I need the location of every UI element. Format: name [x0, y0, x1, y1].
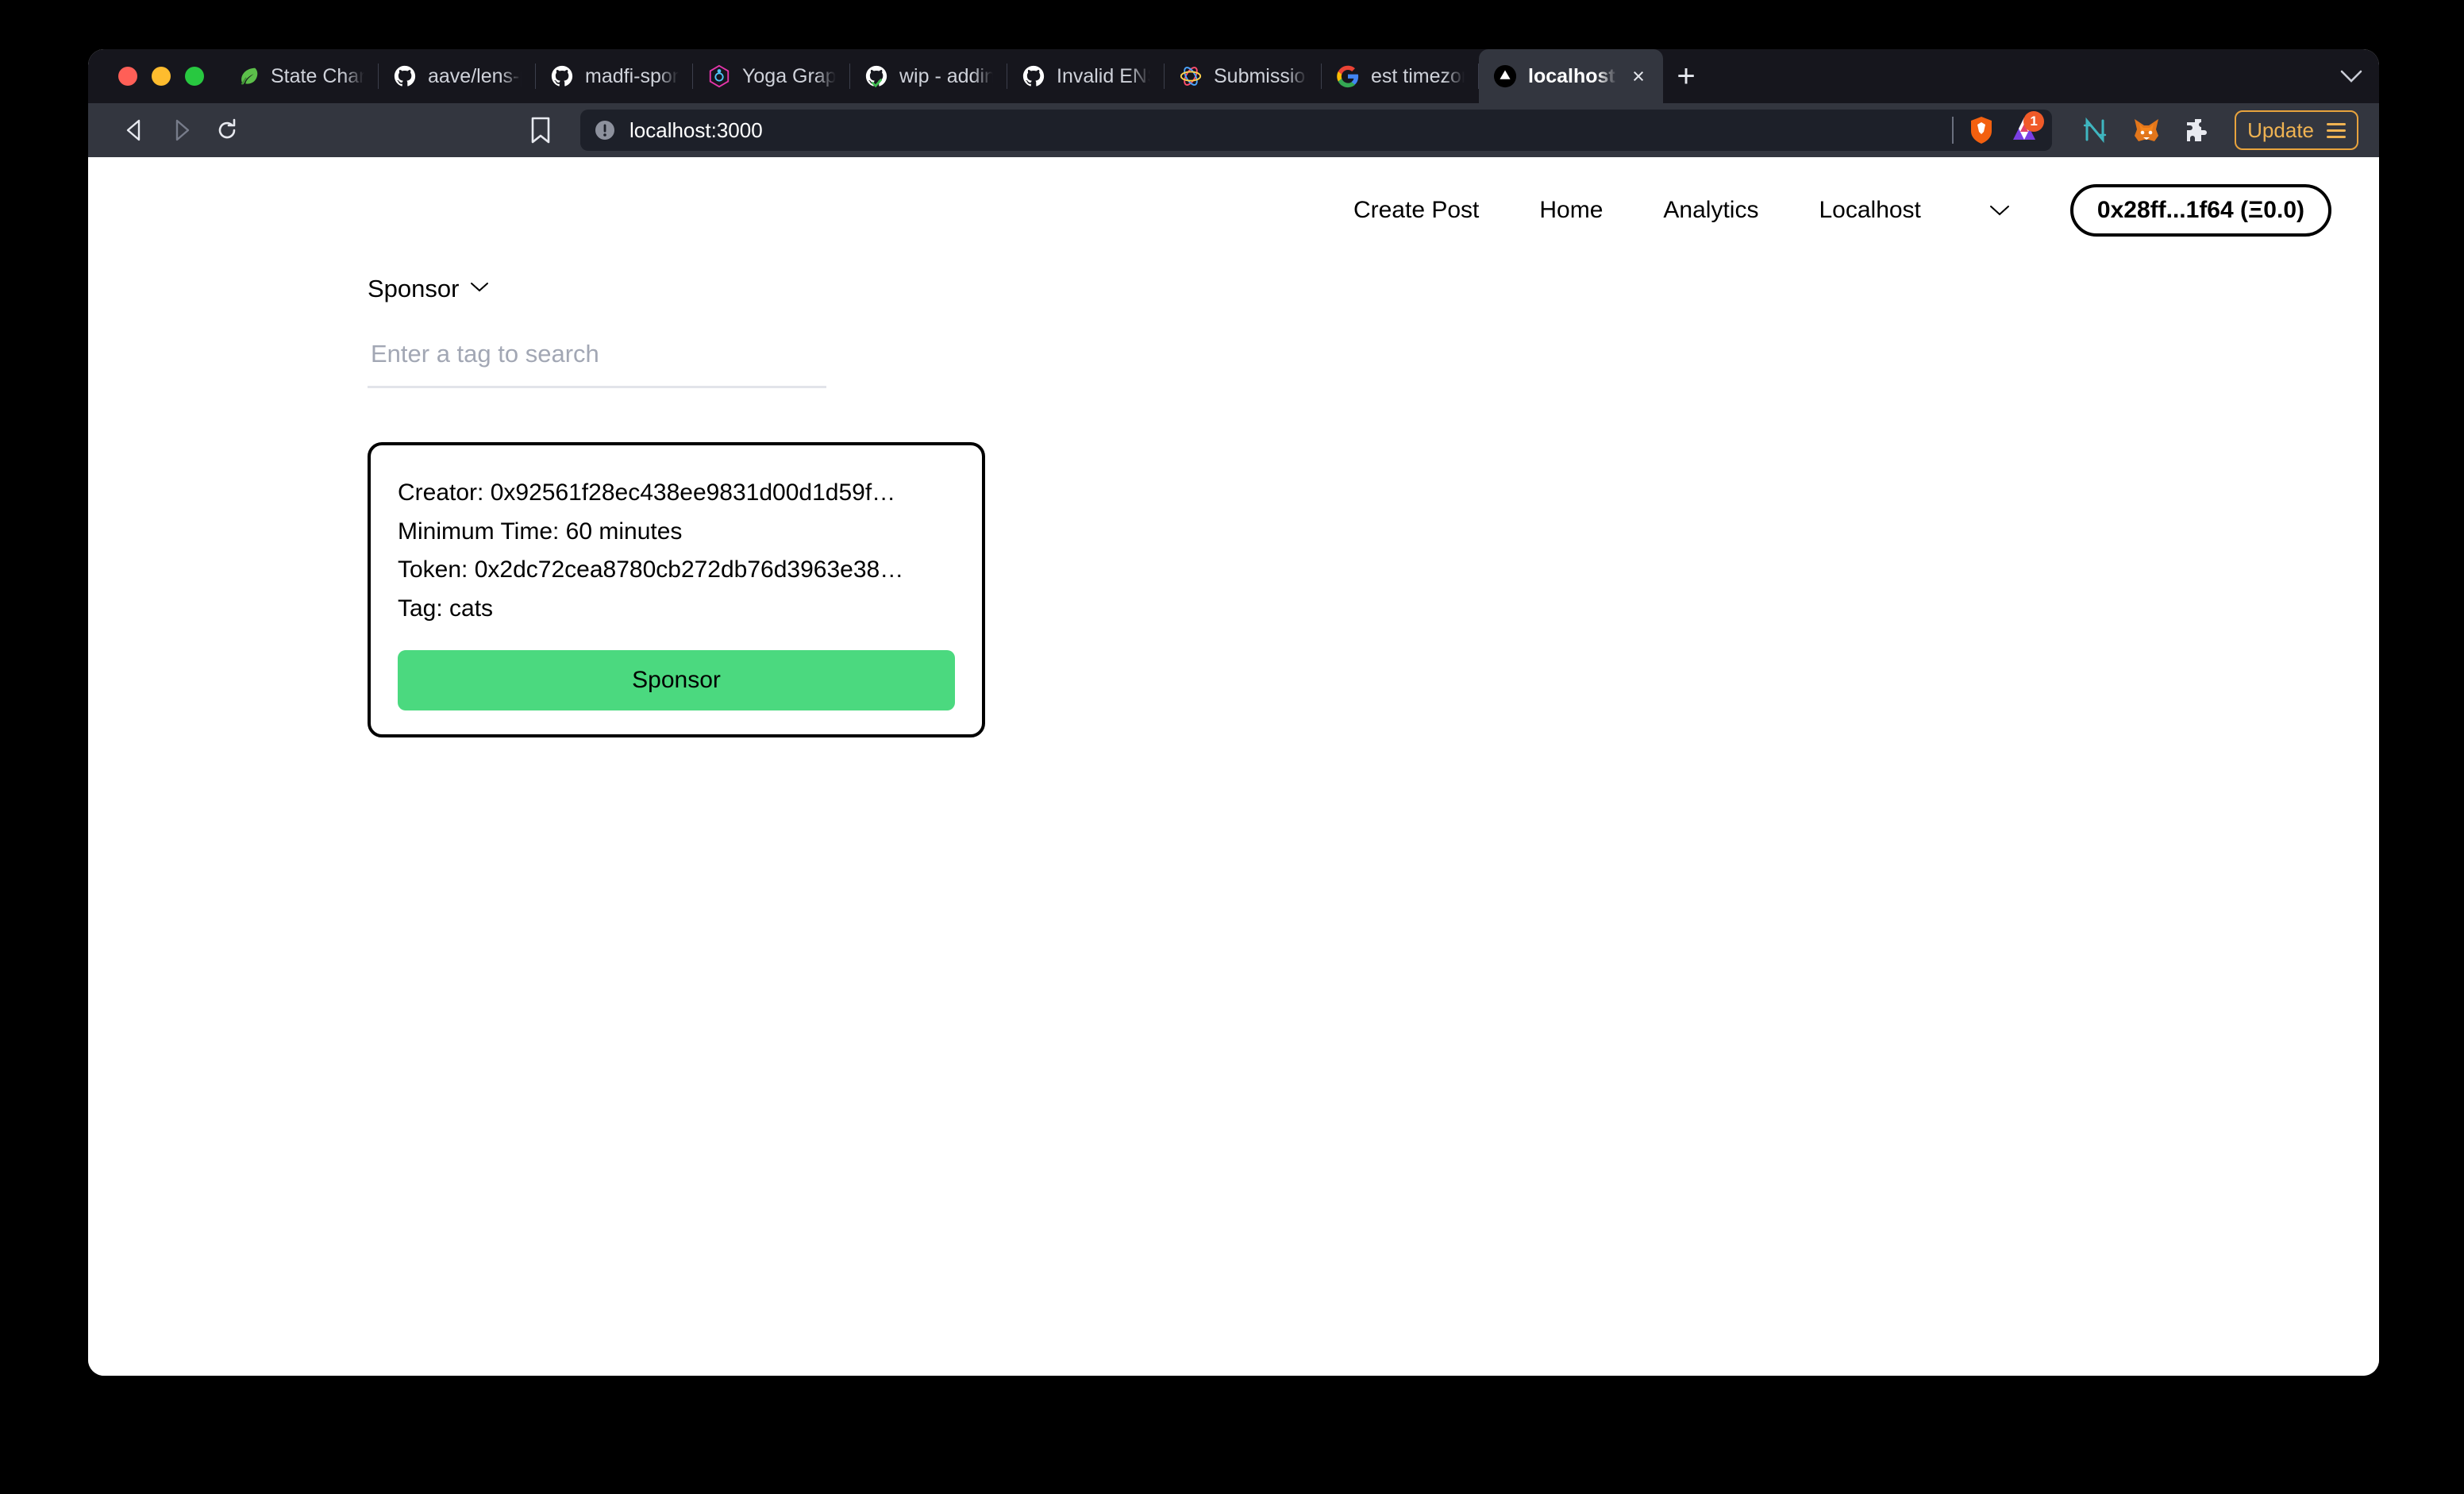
- browser-window: State Changing Fu aave/lens-protoco madf…: [88, 49, 2379, 1376]
- sponsor-button[interactable]: Sponsor: [398, 650, 955, 711]
- nav-link-home[interactable]: Home: [1509, 197, 1633, 224]
- chevron-down-icon[interactable]: [470, 281, 489, 297]
- browser-tab[interactable]: aave/lens-protoco: [379, 49, 536, 103]
- graphql-yoga-icon: [709, 64, 730, 88]
- app-navbar: Create Post Home Analytics Localhost 0x2…: [88, 157, 2379, 237]
- browser-tab[interactable]: est timezone gmt: [1322, 49, 1479, 103]
- tab-list: State Changing Fu aave/lens-protoco madf…: [221, 49, 2379, 103]
- card-creator-line: Creator: 0x92561f28ec438ee9831d00d1d59f…: [398, 479, 896, 506]
- vercel-triangle-icon: [1493, 64, 1517, 88]
- tab-title: est timezone gmt: [1371, 64, 1465, 87]
- leaf-icon: [241, 67, 258, 85]
- colorful-knot-icon: [1180, 67, 1202, 86]
- browser-tab-active[interactable]: localhost:3000 ×: [1479, 49, 1663, 103]
- tag-search-input[interactable]: [368, 340, 826, 388]
- close-tab-button[interactable]: ×: [1628, 65, 1649, 87]
- maximize-window-button[interactable]: [185, 67, 204, 86]
- close-window-button[interactable]: [118, 67, 137, 86]
- github-icon: [394, 65, 416, 87]
- google-icon: [1337, 65, 1359, 88]
- tab-strip: State Changing Fu aave/lens-protoco madf…: [88, 49, 2379, 103]
- minimize-window-button[interactable]: [152, 67, 171, 86]
- back-arrow-icon[interactable]: [112, 107, 158, 153]
- url-text: localhost:3000: [629, 117, 763, 142]
- browser-tab[interactable]: Yoga GraphiQL: [693, 49, 850, 103]
- tab-title: aave/lens-protoco: [428, 64, 522, 87]
- new-tab-button[interactable]: +: [1663, 49, 1709, 103]
- metamask-fox-icon[interactable]: [2131, 116, 2162, 144]
- tab-title: localhost:3000: [1528, 64, 1617, 87]
- github-icon: [1022, 65, 1045, 87]
- browser-tab[interactable]: madfi-sponsor-m: [536, 49, 693, 103]
- bookmark-icon[interactable]: [520, 110, 561, 151]
- card-token-line: Token: 0x2dc72cea8780cb272db76d3963e38…: [398, 556, 904, 583]
- urlbar-right-icons: 1: [1952, 110, 2045, 147]
- sponsor-mode-dropdown[interactable]: Sponsor: [368, 275, 489, 303]
- reload-icon[interactable]: [204, 107, 250, 153]
- wallet-address-button[interactable]: 0x28ff...1f64 (Ξ0.0): [2069, 184, 2331, 237]
- github-icon: [551, 65, 573, 87]
- nav-link-analytics[interactable]: Analytics: [1633, 197, 1788, 224]
- tab-title: Yoga GraphiQL: [742, 64, 836, 87]
- hamburger-menu-icon[interactable]: [2327, 122, 2346, 138]
- web-page-viewport: Create Post Home Analytics Localhost 0x2…: [88, 157, 2379, 1376]
- card-minimum-time-line: Minimum Time: 60 minutes: [398, 518, 683, 545]
- wallet-notification-badge: 1: [2023, 110, 2045, 132]
- brave-shields-icon[interactable]: [1968, 115, 1995, 145]
- network-selector[interactable]: Localhost: [1788, 197, 2009, 224]
- update-button[interactable]: Update: [2235, 110, 2358, 150]
- page-content: Sponsor Creator: 0x92561f28ec438ee9831d0…: [88, 237, 2379, 738]
- not-secure-info-icon[interactable]: [593, 118, 617, 142]
- card-tag-line: Tag: cats: [398, 595, 494, 622]
- brave-wallet-icon-wrap[interactable]: 1: [2009, 110, 2045, 147]
- github-check-icon: [865, 65, 887, 88]
- tab-title: Submission | LFG: [1214, 64, 1307, 87]
- update-button-label: Update: [2247, 117, 2314, 142]
- browser-tab[interactable]: wip - adding to le: [850, 49, 1007, 103]
- window-traffic-lights: [88, 49, 221, 103]
- nexus-n-icon[interactable]: [2081, 116, 2109, 144]
- tab-title: Invalid ENS name: [1057, 64, 1150, 87]
- url-address-bar[interactable]: localhost:3000 1: [580, 110, 2053, 151]
- tab-title: madfi-sponsor-m: [585, 64, 679, 87]
- browser-tab[interactable]: Submission | LFG: [1165, 49, 1322, 103]
- browser-tab[interactable]: State Changing Fu: [221, 49, 379, 103]
- network-selector-label: Localhost: [1819, 197, 1921, 223]
- tab-title: wip - adding to le: [899, 64, 993, 87]
- divider: [1952, 117, 1954, 144]
- browser-tab[interactable]: Invalid ENS name: [1007, 49, 1165, 103]
- urlbar-container: localhost:3000 1: [250, 110, 2053, 151]
- puzzle-extensions-icon[interactable]: [2184, 116, 2212, 144]
- toolbar-extensions: Update: [2081, 110, 2358, 150]
- tab-search-chevron-icon[interactable]: [2323, 49, 2379, 103]
- sponsor-card: Creator: 0x92561f28ec438ee9831d00d1d59f……: [368, 442, 985, 738]
- browser-toolbar: localhost:3000 1 Update: [88, 103, 2379, 157]
- forward-arrow-icon[interactable]: [158, 107, 204, 153]
- chevron-down-icon[interactable]: [1989, 204, 2010, 217]
- sponsor-mode-dropdown-label: Sponsor: [368, 275, 460, 302]
- nav-link-create-post[interactable]: Create Post: [1323, 197, 1509, 224]
- tab-title: State Changing Fu: [271, 64, 364, 87]
